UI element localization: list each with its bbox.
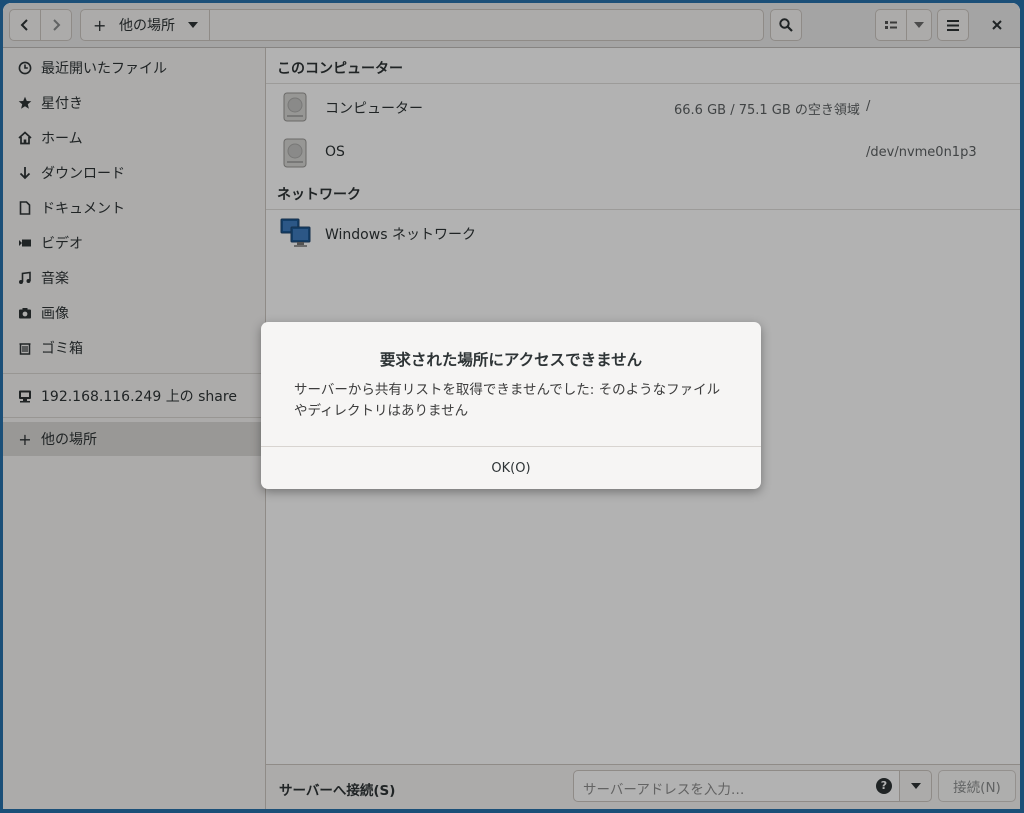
- dialog-title: 要求された場所にアクセスできません: [379, 351, 643, 369]
- dialog-message: サーバーから共有リストを取得できませんでした: そのようなファイル やディレクト…: [294, 380, 734, 422]
- dialog-message-line: サーバーから共有リストを取得できませんでした: そのようなファイル: [294, 382, 721, 398]
- ok-button[interactable]: OK(O): [261, 447, 761, 489]
- dialog-message-line: やディレクトリはありません: [294, 403, 469, 419]
- error-dialog: 要求された場所にアクセスできません サーバーから共有リストを取得できませんでした…: [261, 322, 761, 489]
